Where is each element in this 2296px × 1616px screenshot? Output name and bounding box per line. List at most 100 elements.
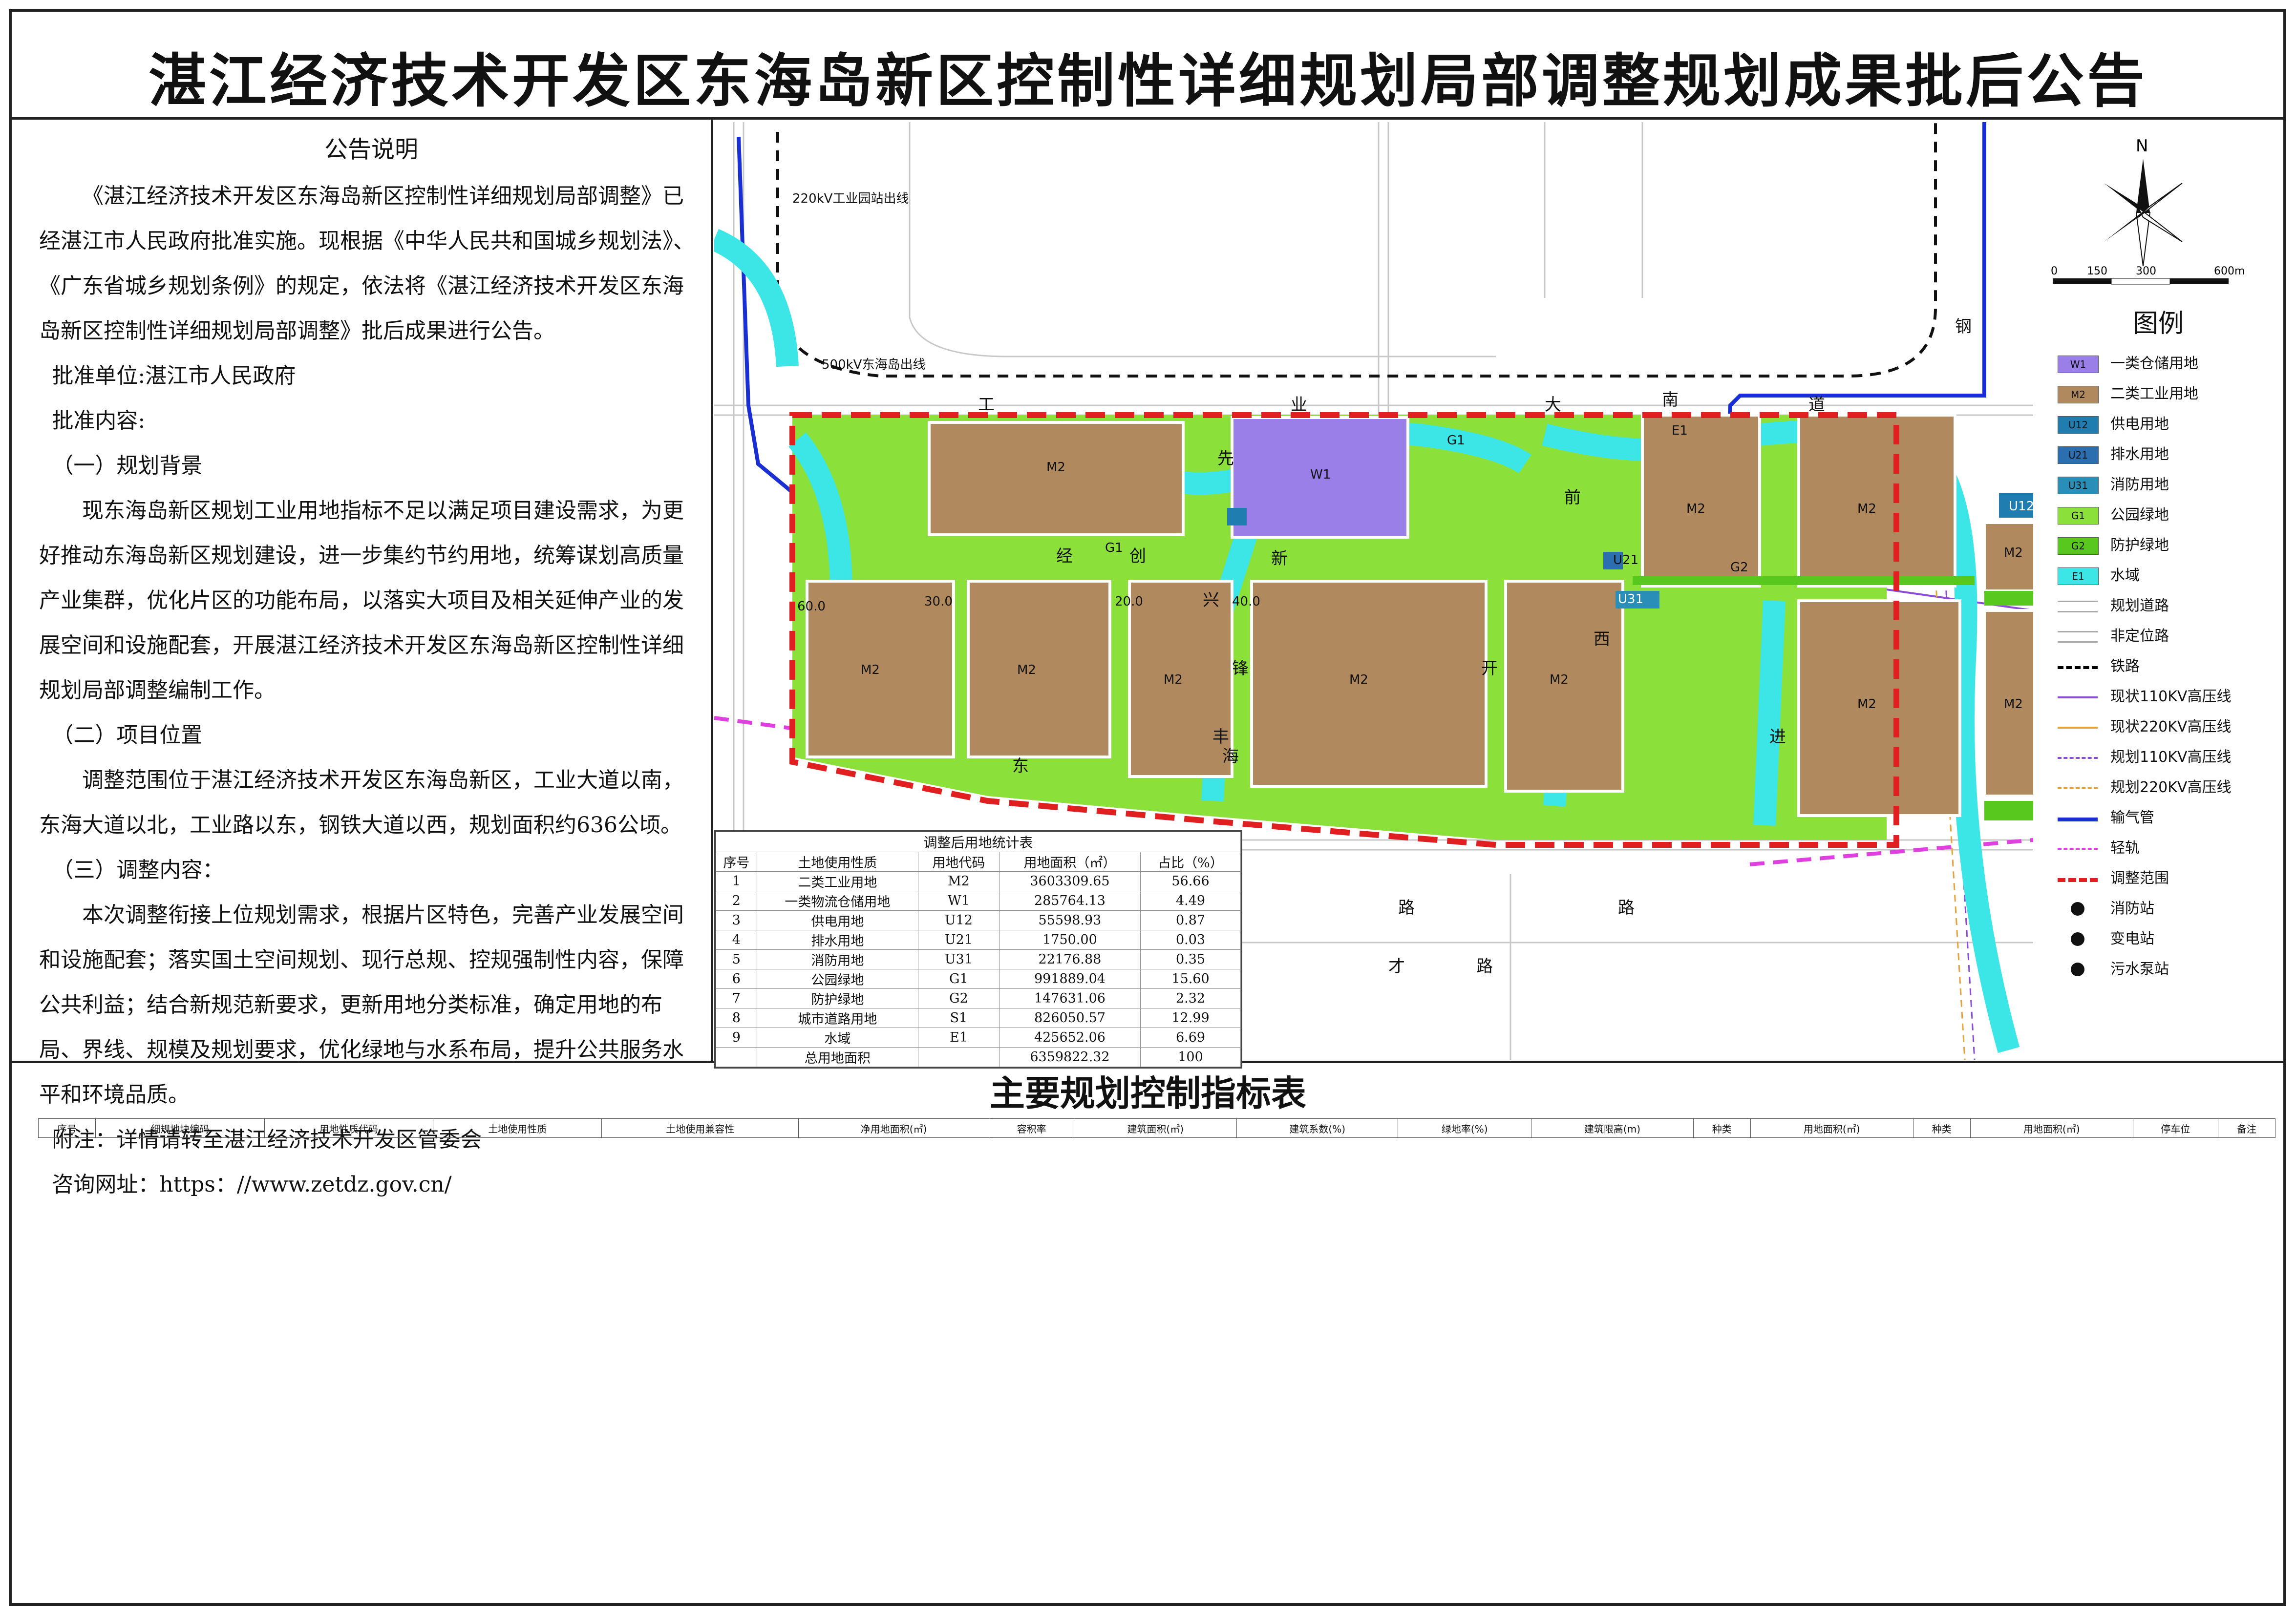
- table-row: 8 城市道路用地 S1 826050.57 12.99: [716, 1008, 1241, 1028]
- control-header-cell: 土地使用性质: [432, 1118, 602, 1138]
- table-row: 6 公园绿地 G1 991889.04 15.60: [716, 969, 1241, 989]
- road-name-char: 路: [1618, 898, 1635, 918]
- stats-cell: 9: [716, 1028, 757, 1048]
- stats-cell: 147631.06: [999, 988, 1141, 1008]
- legend-swatch: [2058, 787, 2098, 789]
- block-label: M2: [1164, 672, 1183, 687]
- control-header-cell: 备注: [2217, 1118, 2276, 1138]
- control-header-cell: 净用地面积(㎡): [798, 1118, 990, 1138]
- legend-label: 非定位路: [2110, 628, 2169, 645]
- stats-cell: 1750.00: [999, 930, 1141, 950]
- road-name-char: 海: [1222, 747, 1239, 766]
- road-name-char: 创: [1129, 546, 1146, 566]
- stats-header-cell: 用地代码: [917, 852, 999, 872]
- table-row: 3 供电用地 U12 55598.93 0.87: [716, 910, 1241, 930]
- stats-cell: 56.66: [1140, 871, 1241, 891]
- stats-cell: 3: [716, 910, 757, 930]
- block-label: U31: [1618, 592, 1643, 607]
- road-name-char: 开: [1481, 659, 1498, 678]
- legend-swatch: [2058, 631, 2098, 643]
- legend-label: 排水用地: [2110, 446, 2169, 463]
- page-title: 湛江经济技术开发区东海岛新区控制性详细规划局部调整规划成果批后公告: [148, 47, 2147, 115]
- road-name-char: 路: [1398, 898, 1415, 918]
- stats-cell: 2.32: [1140, 988, 1241, 1008]
- road-name-char: 兴: [1203, 590, 1219, 610]
- approval-content-label: 批准内容:: [52, 408, 146, 433]
- stats-header-cell: 土地使用性质: [756, 852, 918, 872]
- stats-cell: 水域: [756, 1028, 918, 1048]
- stats-caption: 调整后用地统计表: [716, 832, 1241, 852]
- block-label: M2: [1857, 502, 1876, 516]
- legend-swatch: U12: [2058, 416, 2099, 434]
- stats-cell: 826050.57: [999, 1008, 1141, 1028]
- stats-cell: 4.49: [1140, 891, 1241, 911]
- block-label: U21: [1613, 553, 1638, 567]
- stats-cell: 总用地面积: [756, 1047, 918, 1067]
- stats-cell: 0.03: [1140, 930, 1241, 950]
- control-header-cell: 序号: [38, 1118, 96, 1138]
- block-label: M2: [1349, 672, 1368, 687]
- road-name-char: 工: [978, 395, 995, 415]
- legend-swatch: E1: [2058, 567, 2099, 585]
- block-label: G1: [1447, 433, 1465, 448]
- title-divider: [9, 117, 2286, 120]
- stats-cell: 285764.13: [999, 891, 1141, 911]
- stats-cell: 公园绿地: [756, 969, 918, 989]
- legend-swatch: W1: [2058, 356, 2099, 373]
- stats-cell: U31: [917, 949, 999, 969]
- stats-cell: 0.87: [1140, 910, 1241, 930]
- control-header-cell: 种类: [1913, 1118, 1971, 1138]
- control-header-cell: 建筑限高(m): [1531, 1118, 1694, 1138]
- legend-swatch: [2058, 818, 2098, 821]
- stats-cell: 55598.93: [999, 910, 1141, 930]
- block-label: M2: [2004, 546, 2023, 560]
- legend-swatch: [2058, 601, 2098, 612]
- road-name-char: 路: [1476, 957, 1493, 976]
- scale-label: 300: [2136, 265, 2156, 277]
- block-label: M2: [1686, 502, 1705, 516]
- stats-cell: 6359822.32: [999, 1047, 1141, 1067]
- scale-label: 600m: [2214, 265, 2245, 277]
- table-row: 1 二类工业用地 M2 3603309.65 56.66: [716, 871, 1241, 891]
- legend-label: 二类工业用地: [2110, 385, 2198, 402]
- table-row: 9 水域 E1 425652.06 6.69: [716, 1028, 1241, 1048]
- stats-cell: [917, 1047, 999, 1067]
- legend-label: 供电用地: [2110, 416, 2169, 433]
- legend-title: 图例: [2132, 309, 2184, 338]
- legend-swatch: [2058, 878, 2098, 882]
- power-line-label: 500kV东海岛出线: [822, 357, 925, 372]
- stats-cell: 5: [716, 949, 757, 969]
- stats-header-cell: 序号: [716, 852, 757, 872]
- scale-label: 0: [2051, 265, 2058, 277]
- block-label: G1: [1105, 541, 1123, 555]
- road-width-label: 60.0: [797, 599, 826, 614]
- stats-header-cell: 用地面积（㎡）: [999, 852, 1141, 872]
- stats-cell: S1: [917, 1008, 999, 1028]
- block-label: E1: [1672, 423, 1688, 438]
- control-header-cell: 种类: [1693, 1118, 1751, 1138]
- block-label: M2: [1857, 697, 1876, 712]
- legend-label: 水域: [2110, 567, 2140, 584]
- legend-label: 污水泵站: [2110, 961, 2169, 978]
- scale-label: 150: [2087, 265, 2107, 277]
- table-row: 4 排水用地 U21 1750.00 0.03: [716, 930, 1241, 950]
- notice-intro: 《湛江经济技术开发区东海岛新区控制性详细规划局部调整》已经湛江市人民政府批准实施…: [39, 184, 695, 343]
- legend-label: 消防用地: [2110, 476, 2169, 493]
- legend-label: 公园绿地: [2110, 506, 2169, 524]
- control-header-cell: 细规地块编码: [95, 1118, 265, 1138]
- compass-rose-icon: [2104, 159, 2183, 267]
- road-name-char: 钢: [1955, 317, 1972, 336]
- legend-label: 现状220KV高压线: [2110, 718, 2232, 735]
- legend-label: 防护绿地: [2110, 537, 2169, 554]
- legend-label: 输气管: [2110, 809, 2154, 826]
- legend-swatch: M2: [2058, 386, 2099, 403]
- road-name-char: 东: [1012, 756, 1029, 776]
- stats-cell: 供电用地: [756, 910, 918, 930]
- control-header-cell: 停车位: [2132, 1118, 2218, 1138]
- stats-cell: 防护绿地: [756, 988, 918, 1008]
- notice-heading: 公告说明: [324, 136, 418, 163]
- road-name-char: 业: [1291, 395, 1307, 415]
- legend-swatch: [2071, 963, 2084, 976]
- stats-cell: 0.35: [1140, 949, 1241, 969]
- control-header-cell: 建筑系数(%): [1236, 1118, 1399, 1138]
